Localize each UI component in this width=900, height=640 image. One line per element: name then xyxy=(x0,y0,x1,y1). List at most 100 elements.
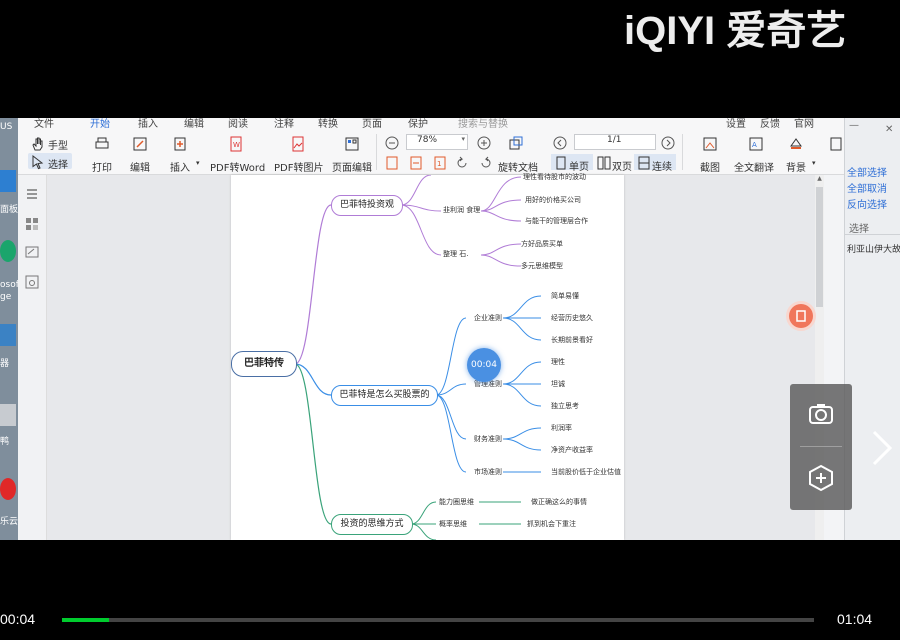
mindmap-node: 市场准则 xyxy=(474,468,502,476)
pdf-image-icon xyxy=(292,136,304,152)
page-number: 1/1 xyxy=(607,135,622,145)
menu-page[interactable]: 页面 xyxy=(362,118,382,130)
mindmap-leaf: 用好的价格买公司 xyxy=(525,196,581,204)
print-button[interactable]: 打印 xyxy=(92,159,112,174)
rotate-doc-icon xyxy=(509,136,523,150)
more-icon[interactable] xyxy=(828,136,844,152)
continuous-button[interactable]: 连续 xyxy=(652,158,672,173)
insert-button[interactable]: 插入 xyxy=(170,159,190,174)
menu-insert[interactable]: 插入 xyxy=(138,118,158,130)
select-all-option[interactable]: 全部选择 xyxy=(847,164,887,179)
rotate-left-icon[interactable] xyxy=(454,155,470,171)
menu-feedback[interactable]: 反馈 xyxy=(760,118,780,130)
scroll-up-icon[interactable]: ▲ xyxy=(816,175,823,184)
edge-icon[interactable] xyxy=(0,240,16,262)
menu-protect[interactable]: 保护 xyxy=(408,118,428,130)
app-icon[interactable] xyxy=(0,404,16,426)
camera-icon[interactable] xyxy=(807,400,835,428)
current-time: 00:04 xyxy=(0,611,36,627)
screenshot-button[interactable]: 截图 xyxy=(700,159,720,174)
page-number-field[interactable]: 1/1 xyxy=(574,134,656,150)
mindmap-leaf: 与能干的管理层合作 xyxy=(525,217,588,225)
mindmap-leaf: 坦诚 xyxy=(551,380,565,388)
mindmap-leaf: 理性看待股市的波动 xyxy=(523,173,586,181)
panel-file-item[interactable]: 利亚山伊大故... xyxy=(847,242,900,255)
zoom-value: 78% xyxy=(417,135,438,145)
edit-icon xyxy=(133,137,147,151)
grid-icon[interactable] xyxy=(25,217,39,231)
mindmap-branch[interactable]: 巴菲特投资观 xyxy=(331,195,403,216)
recording-timer: 00:04 xyxy=(467,348,501,382)
zoom-in-icon[interactable] xyxy=(476,135,492,151)
minimize-icon[interactable]: — xyxy=(849,120,859,131)
fit-page-icon[interactable] xyxy=(384,155,400,171)
app-icon[interactable] xyxy=(0,170,16,192)
deselect-all-option[interactable]: 全部取消 xyxy=(847,180,887,195)
mindmap-leaf: 抓到机会下重注 xyxy=(527,520,576,528)
app-icon[interactable] xyxy=(0,324,16,346)
copy-icon xyxy=(796,310,806,322)
desktop-label: osoft xyxy=(0,280,18,290)
hand-tool-button[interactable]: 手型 xyxy=(48,137,68,152)
pdf-page[interactable]: 巴菲特传 理性看待股市的波动 巴菲特投资观 韭利润 食理 用好的价格买公司 与能… xyxy=(231,173,624,540)
page-edit-button[interactable]: 页面编辑 xyxy=(332,159,372,174)
mindmap-root[interactable]: 巴菲特传 xyxy=(231,351,297,377)
fit-width-icon[interactable] xyxy=(408,155,424,171)
progress-bar[interactable] xyxy=(62,618,814,622)
menu-settings[interactable]: 设置 xyxy=(726,118,746,130)
chevron-down-icon[interactable]: ▾ xyxy=(196,159,200,167)
select-tool-button[interactable]: 选择 xyxy=(48,156,68,171)
annotation-icon[interactable] xyxy=(25,245,39,259)
mindmap-leaf: 当前股价低于企业估值 xyxy=(551,468,621,476)
mindmap-node: 整理 石. xyxy=(443,250,469,258)
video-frame[interactable]: US 面板 osoft ge 器 鸭 乐云网 文件 开始 插入 编辑 阅读 注释… xyxy=(0,118,900,540)
mindmap-node: 财务准则 xyxy=(474,435,502,443)
player-side-tools xyxy=(790,384,852,510)
scrollbar-thumb[interactable] xyxy=(816,187,823,307)
menu-convert[interactable]: 转换 xyxy=(318,118,338,130)
prev-page-icon[interactable] xyxy=(552,135,568,151)
desktop-label: 乐云网 xyxy=(0,517,18,527)
menu-annotate[interactable]: 注释 xyxy=(274,118,294,130)
search-replace-input[interactable]: 搜索与替换 xyxy=(458,118,508,130)
menu-website[interactable]: 官网 xyxy=(794,118,814,130)
mindmap-branch[interactable]: 投资的思维方式 xyxy=(331,514,413,535)
single-page-button[interactable]: 单页 xyxy=(569,158,589,173)
chevron-down-icon[interactable]: ▾ xyxy=(812,159,816,167)
zoom-out-icon[interactable] xyxy=(384,135,400,151)
next-arrow-icon[interactable] xyxy=(866,428,896,468)
close-icon[interactable]: ✕ xyxy=(885,124,893,135)
pdf-to-image-button[interactable]: PDF转图片 xyxy=(274,159,323,174)
desktop-label: 器 xyxy=(0,359,10,369)
invert-selection-option[interactable]: 反向选择 xyxy=(847,196,887,211)
pdf-to-word-button[interactable]: PDF转Word xyxy=(210,159,265,174)
chevron-down-icon[interactable]: ▾ xyxy=(461,135,465,143)
thumbnails-icon[interactable] xyxy=(25,187,39,201)
mindmap-leaf: 经营历史悠久 xyxy=(551,314,593,322)
mindmap-leaf: 做正确这么的事情 xyxy=(531,498,587,506)
clip-icon[interactable] xyxy=(807,464,835,492)
right-panel: — ✕ 全部选择 全部取消 反向选择 选择 利亚山伊大故... xyxy=(844,118,900,540)
mindmap-branch[interactable]: 巴菲特是怎么买股票的 xyxy=(331,385,438,406)
rotate-right-icon[interactable] xyxy=(478,155,494,171)
background-button[interactable]: 背景 xyxy=(786,159,806,174)
search-panel-icon[interactable] xyxy=(25,275,39,289)
desktop-label: 面板 xyxy=(0,205,18,215)
next-page-icon[interactable] xyxy=(660,135,676,151)
panel-section-label: 选择 xyxy=(849,224,869,235)
menu-read[interactable]: 阅读 xyxy=(228,118,248,130)
floating-action-button[interactable] xyxy=(789,304,813,328)
cursor-icon xyxy=(32,154,44,170)
desktop-label: ge xyxy=(0,292,12,302)
menu-file[interactable]: 文件 xyxy=(34,118,54,130)
edit-button[interactable]: 编辑 xyxy=(130,159,150,174)
actual-size-icon[interactable]: 1 xyxy=(432,155,448,171)
netease-music-icon[interactable] xyxy=(0,478,16,500)
continuous-icon xyxy=(638,156,650,170)
full-translate-button[interactable]: 全文翻译 xyxy=(734,159,774,174)
menu-edit[interactable]: 编辑 xyxy=(184,118,204,130)
mindmap-leaf: 方好品质买单 xyxy=(521,240,563,248)
zoom-field[interactable]: 78% ▾ xyxy=(406,134,468,150)
double-page-button[interactable]: 双页 xyxy=(612,158,632,173)
translate-icon: A xyxy=(749,137,763,151)
